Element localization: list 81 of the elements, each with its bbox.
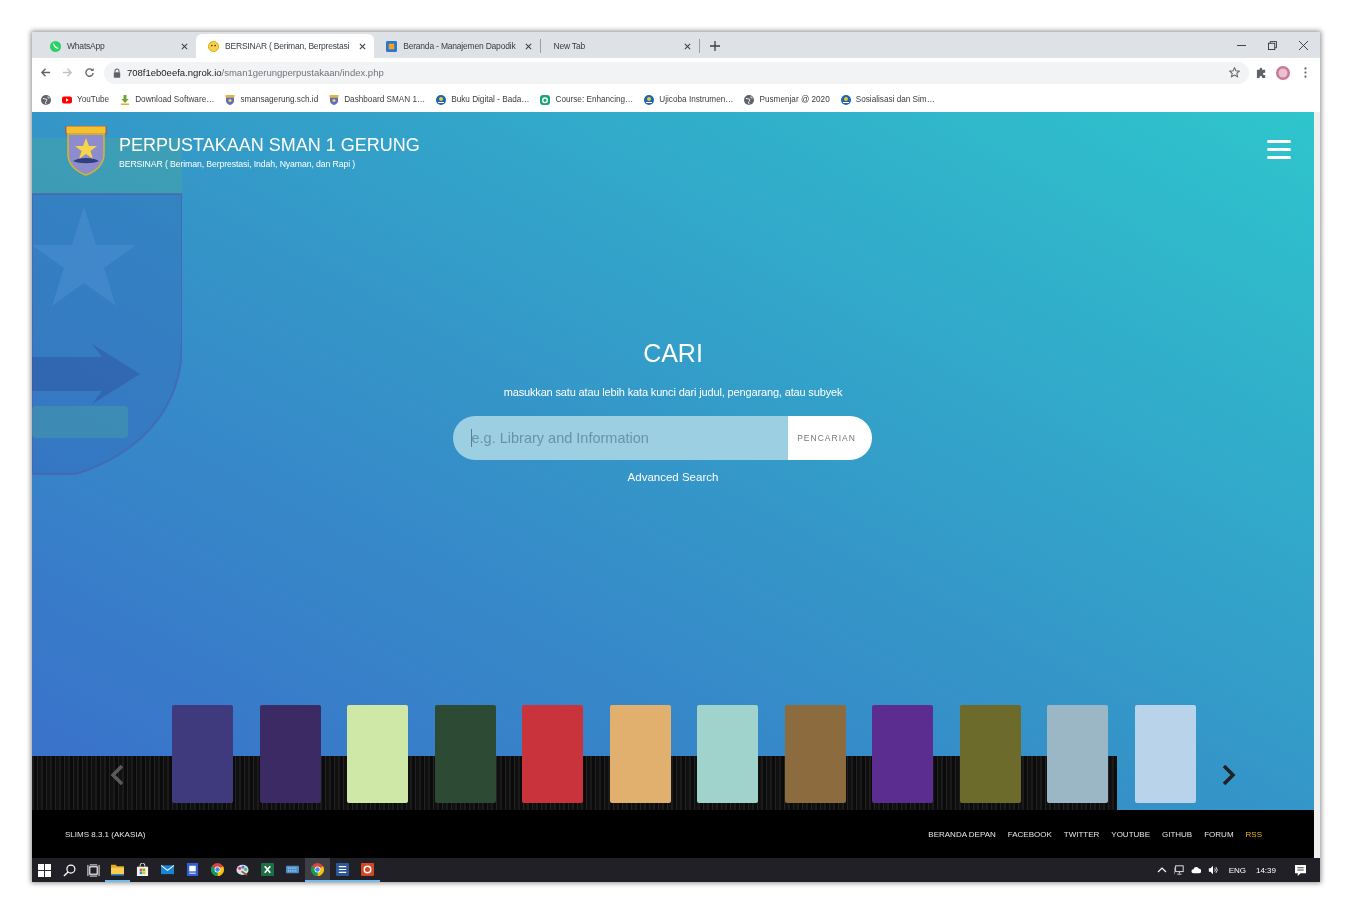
cloud-icon[interactable] — [1190, 865, 1201, 875]
footer-link[interactable]: FORUM — [1204, 829, 1234, 839]
footer-link[interactable]: YOUTUBE — [1111, 829, 1150, 839]
back-icon[interactable] — [40, 67, 51, 78]
search-button[interactable]: PENCARIAN — [787, 416, 872, 460]
envelope-icon — [161, 862, 174, 876]
footer-link[interactable]: GITHUB — [1162, 829, 1193, 839]
phone-icon — [50, 40, 61, 52]
emblem-icon — [840, 94, 851, 105]
bookmark-link[interactable] — [41, 94, 51, 105]
folder-icon — [111, 862, 124, 876]
search-hint: masukkan satu atau lebih kata kunci dari judul, pengarang, atau subyek — [503, 385, 843, 399]
notification-icon[interactable] — [1295, 864, 1306, 876]
plus-icon[interactable] — [710, 41, 721, 51]
restore-icon[interactable] — [1268, 40, 1277, 50]
caret-up-icon[interactable] — [1156, 865, 1167, 875]
lock-icon — [113, 67, 121, 78]
bookmark-link[interactable]: Download Software… — [120, 94, 215, 105]
footer-link[interactable]: RSS — [1245, 829, 1262, 839]
taskbar-app[interactable] — [305, 858, 330, 882]
windows-start-icon[interactable] — [38, 863, 51, 877]
browser-tab[interactable]: Beranda - Manajemen Dapodik — [374, 34, 541, 58]
globe-icon — [744, 94, 755, 105]
cross-tile-icon — [261, 862, 274, 876]
download-icon — [120, 94, 131, 105]
bookmark-link[interactable]: YouTube — [62, 94, 110, 105]
chevron-right-icon[interactable] — [1221, 765, 1236, 785]
search-icon[interactable] — [62, 863, 76, 877]
close-icon[interactable] — [525, 42, 533, 50]
more-menu-icon[interactable] — [1304, 67, 1307, 78]
browser-tab[interactable]: WhatsApp — [38, 34, 196, 58]
text-lines-icon — [336, 862, 349, 876]
close-icon[interactable] — [181, 42, 188, 50]
bookmark-link[interactable]: Sosialisasi dan Sim… — [840, 94, 935, 105]
chevron-left-icon[interactable] — [110, 765, 124, 785]
ring-tile-icon — [361, 862, 374, 876]
site-title: PERPUSTAKAAN SMAN 1 GERUNG — [119, 134, 420, 156]
address-bar[interactable]: 708f1eb0eefa.ngrok.io/sman1gerungperpustakaan/index.php — [104, 61, 1249, 84]
bookmark-link[interactable]: Pusmenjar @ 2020 — [744, 94, 830, 105]
palette-icon — [236, 862, 249, 876]
speaker-icon[interactable] — [1207, 865, 1218, 875]
language-indicator[interactable]: ENG — [1228, 865, 1246, 875]
bookmark-link[interactable]: Ujicoba Instrumen… — [644, 94, 734, 105]
footer-link[interactable]: BERANDA DEPAN — [928, 829, 996, 839]
bookmark-link[interactable]: smansagerung.sch.id — [225, 94, 319, 105]
close-icon[interactable] — [684, 42, 692, 50]
browser-tab[interactable]: New Tab — [541, 34, 700, 58]
browser-logo-icon — [211, 862, 224, 876]
search-heading: CARI — [643, 338, 703, 368]
site-tagline: BERSINAR ( Beriman, Berprestasi, Indah, Nyaman, dan Rapi ) — [119, 159, 357, 169]
globe-icon — [41, 94, 51, 105]
play-icon — [62, 94, 72, 105]
browser-tab[interactable]: BERSINAR ( Beriman, Berprestasi — [196, 34, 375, 58]
browser-logo-icon — [311, 862, 324, 876]
close-icon[interactable] — [1299, 40, 1308, 50]
bookmark-link[interactable]: Course: Enhancing… — [540, 94, 634, 105]
task-view-icon[interactable] — [86, 863, 100, 877]
shopping-bag-icon — [136, 862, 149, 876]
shield-logo-icon[interactable] — [65, 126, 107, 176]
square-logo-icon — [386, 40, 398, 52]
clock[interactable]: 14:39 — [1255, 865, 1276, 875]
shield-icon — [329, 94, 340, 105]
puzzle-icon[interactable] — [1256, 67, 1267, 78]
shield-icon — [225, 94, 236, 105]
smiley-icon — [208, 40, 219, 52]
bookmark-link[interactable]: Dashboard SMAN 1… — [329, 94, 426, 105]
ring-icon — [540, 94, 551, 105]
footer-link[interactable]: FACEBOOK — [1007, 829, 1052, 839]
search-field[interactable]: e.g. Library and Information — [452, 416, 788, 460]
version-label: SLIMS 8.3.1 (AKASIA) — [65, 829, 146, 839]
emblem-icon — [436, 94, 447, 105]
reload-icon[interactable] — [84, 67, 95, 78]
footer-link[interactable]: TWITTER — [1063, 829, 1100, 839]
bookmark-link[interactable]: Buku Digital - Bada… — [436, 94, 530, 105]
document-icon — [186, 862, 199, 876]
emblem-icon — [644, 94, 655, 105]
close-icon[interactable] — [359, 42, 367, 50]
monitor-icon[interactable] — [1173, 865, 1184, 875]
scrollbar[interactable] — [1314, 112, 1320, 858]
profile-avatar[interactable] — [1276, 65, 1290, 80]
star-icon[interactable] — [1229, 67, 1240, 78]
